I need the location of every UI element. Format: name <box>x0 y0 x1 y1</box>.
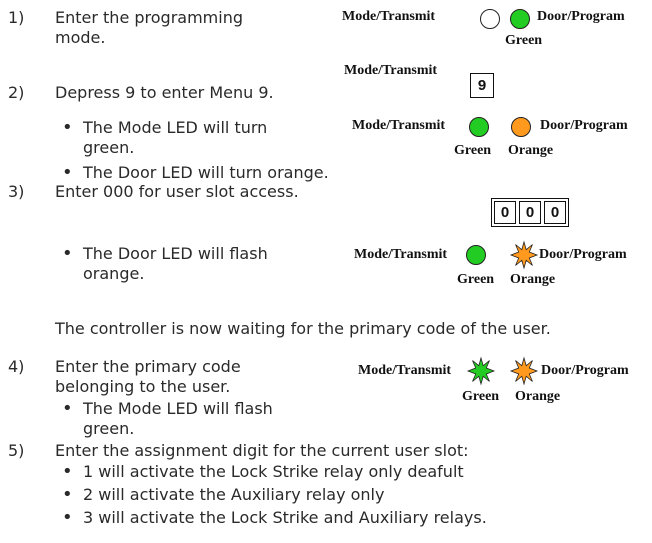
bullet-text: 1 will activate the Lock Strike relay on… <box>83 462 464 481</box>
color-label: Orange <box>510 272 556 287</box>
door-program-label: Door/Program <box>541 363 629 378</box>
mode-transmit-label: Mode/Transmit <box>352 118 446 133</box>
key-0: 0 <box>544 201 566 224</box>
color-label: Green <box>462 389 500 404</box>
step-text: Enter the assignment digit for the curre… <box>55 441 469 460</box>
key-0: 0 <box>519 201 541 224</box>
bullet-text: 2 will activate the Auxiliary relay only <box>83 485 385 504</box>
bullet-text: The Door LED will turn orange. <box>83 163 329 182</box>
bullet-icon: • <box>62 162 73 183</box>
color-label: Orange <box>508 143 554 158</box>
door-led-orange-icon <box>511 117 531 137</box>
door-program-label: Door/Program <box>537 9 625 24</box>
door-led-flashing-orange-icon <box>509 356 539 386</box>
bullet-icon: • <box>62 117 73 138</box>
mode-transmit-label: Mode/Transmit <box>358 363 452 378</box>
door-led-flashing-orange-icon <box>509 240 539 270</box>
color-label: Orange <box>515 389 561 404</box>
color-label: Green <box>505 33 543 48</box>
step-text: Depress 9 to enter Menu 9. <box>55 83 274 102</box>
step-text: belonging to the user. <box>55 377 231 396</box>
door-led-green-icon <box>510 9 530 29</box>
step-number: 4) <box>8 357 25 376</box>
mode-led-flashing-green-icon <box>466 356 496 386</box>
mode-led-green-icon <box>466 245 486 265</box>
mode-led-green-icon <box>469 117 489 137</box>
color-label: Green <box>454 143 492 158</box>
bullet-icon: • <box>62 484 73 505</box>
bullet-text: The Mode LED will flash <box>83 399 273 418</box>
step-number: 2) <box>8 83 25 102</box>
mode-transmit-label: Mode/Transmit <box>344 63 438 78</box>
bullet-icon: • <box>62 243 73 264</box>
bullet-text: green. <box>83 419 135 438</box>
step-number: 1) <box>8 8 25 27</box>
bullet-text: The Mode LED will turn <box>83 118 268 137</box>
mode-transmit-label: Mode/Transmit <box>342 9 436 24</box>
keypad-diagram-000: 0 0 0 <box>491 198 569 227</box>
step-number: 5) <box>8 441 25 460</box>
step-text: Enter 000 for user slot access. <box>55 182 299 201</box>
key-9: 9 <box>470 73 494 98</box>
door-program-label: Door/Program <box>539 247 627 262</box>
step-text: Enter the primary code <box>55 357 241 376</box>
bullet-text: orange. <box>83 264 145 283</box>
mode-transmit-label: Mode/Transmit <box>354 247 448 262</box>
mode-led-off-icon <box>480 9 500 29</box>
bullet-icon: • <box>62 507 73 528</box>
bullet-icon: • <box>62 461 73 482</box>
bullet-text: green. <box>83 138 135 157</box>
key-0: 0 <box>494 201 516 224</box>
bullet-text: The Door LED will flash <box>83 244 268 263</box>
color-label: Green <box>457 272 495 287</box>
step-number: 3) <box>8 182 25 201</box>
step-text: Enter the programming <box>55 8 243 27</box>
bullet-icon: • <box>62 398 73 419</box>
door-program-label: Door/Program <box>540 118 628 133</box>
status-note: The controller is now waiting for the pr… <box>55 319 551 338</box>
bullet-text: 3 will activate the Lock Strike and Auxi… <box>83 508 487 527</box>
step-text: mode. <box>55 28 106 47</box>
